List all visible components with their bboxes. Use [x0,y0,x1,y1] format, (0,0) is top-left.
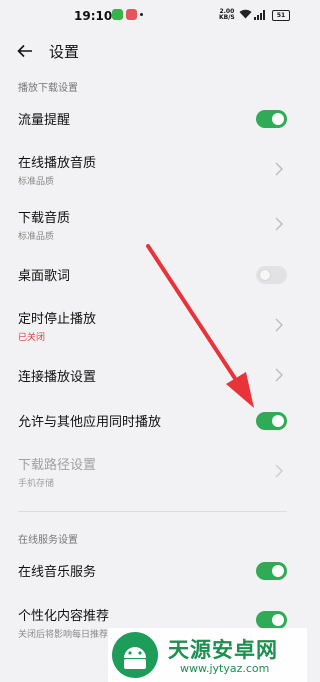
setting-label: 下载路径设置 [18,458,97,473]
watermark-url: www.jytyaz.com [180,662,270,675]
online-music-toggle[interactable] [256,562,287,580]
setting-download-quality[interactable]: 下载音质 标准品质 [0,200,307,248]
setting-value: 手机存储 [18,479,55,489]
section-divider [18,511,287,512]
setting-label: 个性化内容推荐 [18,609,110,624]
page-title: 设置 [49,43,80,61]
traffic-reminder-toggle[interactable] [256,110,287,128]
status-bar: 19:10 2.00 KB/S 51 [0,0,307,34]
section-header-online: 在线服务设置 [18,535,78,546]
chevron-right-icon [275,464,283,478]
back-arrow-icon[interactable] [16,42,34,60]
setting-value: 标准品质 [18,177,55,187]
setting-value: 关闭后将影响每日推荐 [18,630,109,640]
setting-label: 桌面歌词 [18,269,71,284]
setting-traffic-reminder[interactable]: 流量提醒 [0,100,307,138]
setting-download-path[interactable]: 下载路径设置 手机存储 [0,447,307,495]
status-time: 19:10 [74,9,113,23]
setting-value: 已关闭 [18,333,46,343]
personalized-toggle[interactable] [256,611,287,629]
setting-label: 在线音乐服务 [18,565,97,580]
setting-label: 定时停止播放 [18,312,97,327]
android-logo-icon [112,632,158,678]
watermark: 天源安卓网 www.jytyaz.com [108,628,307,682]
more-notifications-dot [140,13,143,16]
net-speed-unit: KB/S [219,14,235,21]
setting-label: 在线播放音质 [18,156,97,171]
chevron-right-icon [275,217,283,231]
setting-label: 允许与其他应用同时播放 [18,415,162,430]
setting-label: 连接播放设置 [18,370,97,385]
app-notification-icon [112,9,123,20]
setting-online-music[interactable]: 在线音乐服务 [0,552,307,590]
setting-label: 流量提醒 [18,113,71,128]
watermark-title: 天源安卓网 [168,638,278,662]
battery-indicator: 51 [272,10,290,21]
wifi-icon [239,9,252,19]
setting-desktop-lyrics[interactable]: 桌面歌词 [0,256,307,294]
chevron-right-icon [275,318,283,332]
setting-mix-with-others[interactable]: 允许与其他应用同时播放 [0,402,307,440]
setting-label: 下载音质 [18,211,71,226]
setting-value: 标准品质 [18,232,55,242]
setting-sleep-timer[interactable]: 定时停止播放 已关闭 [0,301,307,349]
title-bar: 设置 [0,34,307,68]
mix-with-others-toggle[interactable] [256,412,287,430]
chevron-right-icon [275,368,283,382]
signal-icon [254,10,265,20]
section-header-playback: 播放下载设置 [18,83,78,94]
setting-online-quality[interactable]: 在线播放音质 标准品质 [0,145,307,193]
setting-continuous-play[interactable]: 连接播放设置 [0,357,307,395]
net-speed: 2.00 KB/S [219,9,235,21]
chevron-right-icon [275,162,283,176]
desktop-lyrics-toggle[interactable] [256,266,287,284]
music-notification-icon [126,9,137,20]
